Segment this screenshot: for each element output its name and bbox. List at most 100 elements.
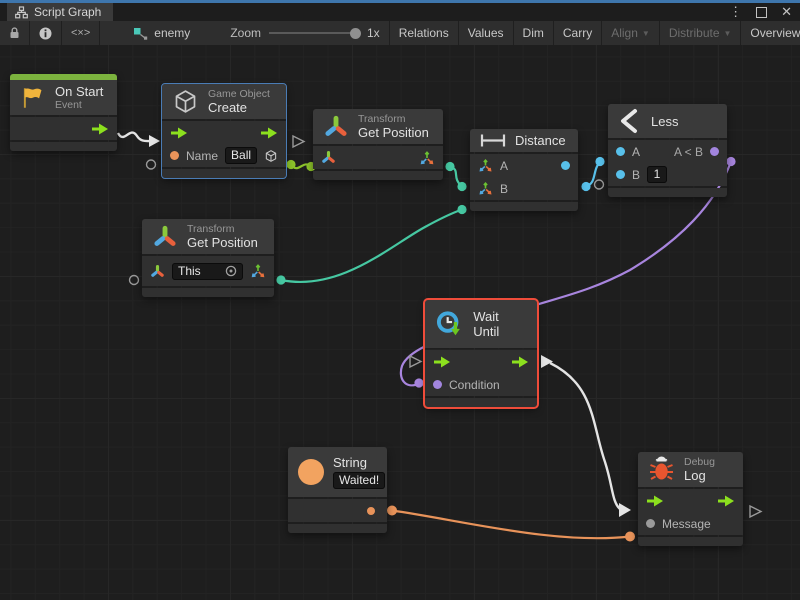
wire-flow-onstart-create[interactable] <box>118 133 150 141</box>
string-out-port[interactable] <box>367 507 375 515</box>
unconnected-port-circle[interactable] <box>147 160 156 169</box>
float-out-port[interactable] <box>561 161 570 170</box>
wire-arrowhead <box>541 355 553 368</box>
transform-in-port[interactable] <box>150 264 165 279</box>
gameobject-out-port[interactable] <box>264 148 278 164</box>
node-footer <box>313 171 443 180</box>
object-picker-icon[interactable] <box>225 265 237 277</box>
wire-arrowhead <box>619 503 631 517</box>
target-value-input[interactable]: This <box>172 263 243 280</box>
flow-out-port[interactable] <box>260 127 278 139</box>
node-title: Get Position <box>187 235 258 250</box>
node-distance[interactable]: Distance A <box>470 129 578 211</box>
unconnected-flow-triangle[interactable] <box>410 356 421 367</box>
node-debug-log[interactable]: Debug Log Message <box>638 452 743 546</box>
node-footer <box>10 142 117 151</box>
wire-end-dot <box>595 157 604 166</box>
b-value-input[interactable]: 1 <box>647 166 667 183</box>
bool-in-port[interactable] <box>433 380 442 389</box>
script-graph-window: Script Graph ⋮ ✕ <×> <box>0 0 800 600</box>
node-title: String <box>333 455 385 470</box>
node-footer <box>470 202 578 211</box>
flow-in-port[interactable] <box>433 356 451 368</box>
flow-out-port[interactable] <box>511 356 529 368</box>
node-string[interactable]: String Waited! <box>288 447 387 533</box>
node-on-start[interactable]: On Start Event <box>10 74 117 151</box>
port-row-b: B 1 <box>608 163 727 186</box>
wire-arrowhead <box>149 135 160 147</box>
port-label: B <box>632 168 640 182</box>
port-row-a: A <box>470 154 578 177</box>
value-row <box>288 499 387 522</box>
node-footer <box>638 537 743 546</box>
node-title: Wait Until <box>473 309 527 339</box>
unconnected-port-circle[interactable] <box>130 276 139 285</box>
node-subtitle: Event <box>55 99 103 111</box>
unconnected-flow-triangle[interactable] <box>293 136 304 147</box>
vector3-in-port[interactable] <box>478 158 493 173</box>
node-footer <box>142 288 274 297</box>
wire-end-dot <box>286 160 295 169</box>
condition-port-row: Condition <box>425 373 537 396</box>
node-category: Game Object <box>208 88 270 100</box>
bool-out-port[interactable] <box>710 147 719 156</box>
port-row-b: B <box>470 177 578 200</box>
unconnected-port-circle[interactable] <box>595 180 604 189</box>
port-label: Condition <box>449 378 500 392</box>
port-label: B <box>500 182 508 196</box>
node-wait-until[interactable]: Wait Until Condition <box>425 300 537 407</box>
flow-in-port[interactable] <box>170 127 188 139</box>
node-category: Transform <box>358 113 429 125</box>
port-row-a: A A < B <box>608 140 727 163</box>
object-in-port[interactable] <box>646 519 655 528</box>
node-footer <box>288 524 387 533</box>
wire-flow-wait-log[interactable] <box>550 363 620 509</box>
result-label: A < B <box>674 145 703 159</box>
value-row: This <box>142 256 274 286</box>
wire-end-dot <box>276 275 285 284</box>
vector3-in-port[interactable] <box>478 181 493 196</box>
wire-string[interactable] <box>392 511 630 539</box>
float-in-port[interactable] <box>616 147 625 156</box>
node-title: Less <box>651 114 678 129</box>
transform-icon <box>323 114 349 140</box>
float-in-port[interactable] <box>616 170 625 179</box>
cube-icon <box>172 88 199 115</box>
wait-clock-icon <box>435 309 464 339</box>
flow-out-port[interactable] <box>91 123 109 135</box>
transform-in-port[interactable] <box>321 150 336 165</box>
port-label: A <box>500 159 508 173</box>
wire-end-dot <box>445 162 454 171</box>
string-value-input[interactable]: Waited! <box>333 472 385 489</box>
vector3-out-port[interactable] <box>419 150 435 166</box>
node-footer <box>608 188 727 197</box>
flow-row <box>425 350 537 373</box>
unconnected-flow-triangle[interactable] <box>750 506 761 517</box>
vector3-out-port[interactable] <box>250 263 266 279</box>
wire-end-dot <box>387 506 397 516</box>
string-port[interactable] <box>170 151 179 160</box>
node-footer <box>425 398 537 407</box>
node-get-position-b[interactable]: Transform Get Position This <box>142 219 274 297</box>
name-value-input[interactable]: Ball <box>225 147 257 164</box>
node-title: Log <box>684 468 715 483</box>
transform-icon <box>152 224 178 250</box>
node-title: Get Position <box>358 125 429 140</box>
port-label: Message <box>662 517 711 531</box>
distance-icon <box>480 133 506 148</box>
flow-row <box>638 489 743 512</box>
flow-out-port[interactable] <box>717 495 735 507</box>
node-create[interactable]: Game Object Create Name Ball <box>162 84 286 178</box>
node-get-position-a[interactable]: Transform Get Position <box>313 109 443 180</box>
value-row <box>313 146 443 169</box>
name-port-row: Name Ball <box>162 144 286 167</box>
flow-in-port[interactable] <box>646 495 664 507</box>
node-less[interactable]: Less A A < B B 1 <box>608 104 727 197</box>
port-label: A <box>632 145 640 159</box>
less-than-icon <box>618 108 642 134</box>
flow-row <box>10 117 117 140</box>
node-title: On Start <box>55 84 103 99</box>
wire-vector3-b[interactable] <box>281 210 462 282</box>
port-label: Name <box>186 149 218 163</box>
wire-end-dot <box>457 182 466 191</box>
